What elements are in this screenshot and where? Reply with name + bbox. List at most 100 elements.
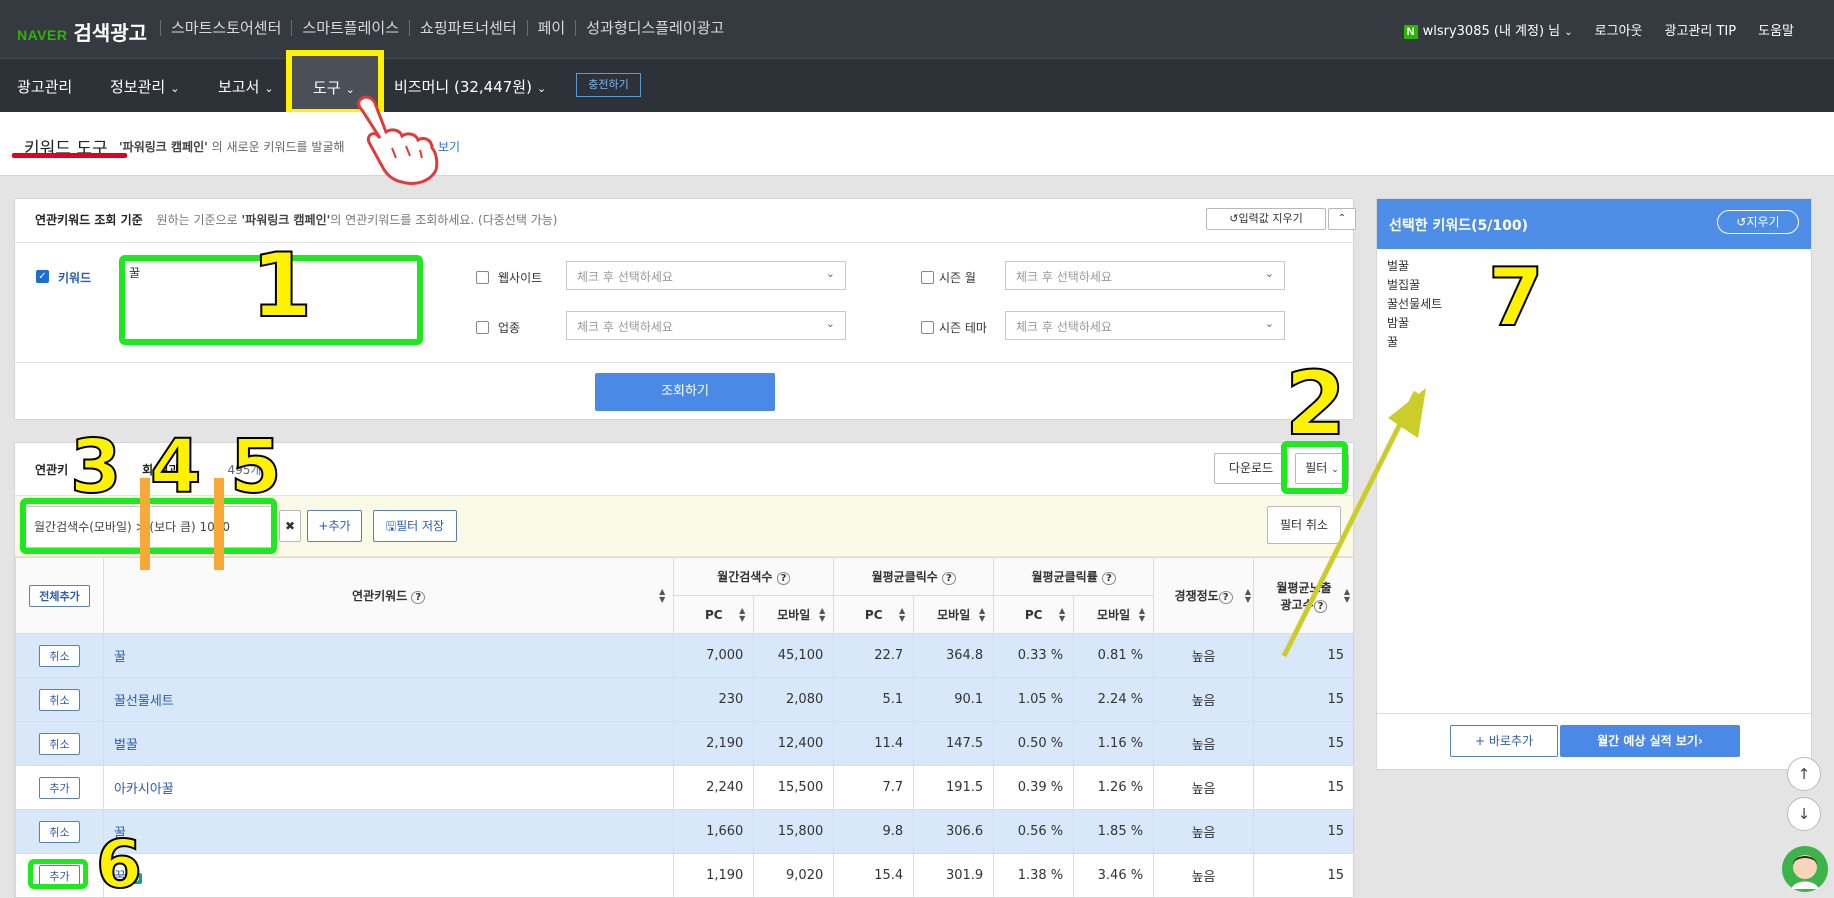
service-name: 검색광고 [73, 21, 148, 45]
pc-ctr-cell: 0.50 % [993, 721, 1075, 766]
industry-select-placeholder: 체크 후 선택하세요 [577, 320, 673, 334]
subtitle-rest: 의 새로운 키워드를 발굴해 [211, 140, 345, 154]
selected-keyword-item[interactable]: 벌꿀 [1387, 257, 1801, 276]
refresh-icon: ↺ [1736, 215, 1747, 229]
season-month-select[interactable]: 체크 후 선택하세요 ⌄ [1005, 261, 1285, 290]
menu-info-manage-label: 정보관리 [110, 78, 166, 96]
annotation-number-3: 3 [69, 424, 122, 510]
clear-selected-button[interactable]: ↺지우기 [1717, 210, 1799, 234]
season-theme-select[interactable]: 체크 후 선택하세요 ⌄ [1005, 311, 1285, 340]
row-action-button[interactable]: 취소 [39, 732, 80, 755]
help-icon[interactable]: ? [776, 572, 791, 585]
arrow-down-icon: ↓ [1797, 805, 1811, 823]
avg-ctr-mobile-header[interactable]: 모바일 ▲ ▼ [1073, 595, 1155, 634]
charge-button[interactable]: 충전하기 [576, 73, 641, 97]
selected-keyword-item[interactable]: 벌집꿀 [1387, 276, 1801, 295]
pc-label: PC [1024, 607, 1043, 622]
sort-icon[interactable]: ▲ ▼ [979, 606, 985, 623]
row-action-button[interactable]: 취소 [39, 820, 80, 843]
keyword-column-header[interactable]: 연관키워드 ? ▲ ▼ [102, 557, 675, 634]
scroll-down-button[interactable]: ↓ [1787, 797, 1821, 831]
help-icon[interactable]: ? [411, 591, 426, 604]
pc-label: PC [864, 607, 883, 622]
mobile-label: 모바일 [777, 608, 811, 622]
website-select[interactable]: 체크 후 선택하세요 ⌄ [566, 261, 846, 290]
sort-icon[interactable]: ▲ ▼ [1059, 606, 1065, 623]
gnb-link-smartplace[interactable]: 스마트플레이스 [291, 20, 409, 36]
website-checkbox[interactable] [476, 271, 489, 284]
keyword-link[interactable]: 꿀선물세트 [114, 694, 174, 709]
chevron-down-icon: ⌄ [1264, 317, 1274, 330]
criteria-title: 연관키워드 조회 기준 [35, 213, 143, 227]
menu-report[interactable]: 보고서 ⌄ [218, 76, 274, 97]
website-label: 웹사이트 [498, 271, 543, 285]
sort-icon[interactable]: ▲ ▼ [739, 606, 745, 623]
chevron-up-icon: ⌃ [1337, 213, 1347, 224]
competition-header[interactable]: 경쟁정도? ▲ ▼ [1153, 557, 1254, 634]
save-filter-button[interactable]: 🖫필터 저장 [373, 510, 457, 542]
clear-inputs-button[interactable]: ↺입력값 지우기 [1206, 208, 1326, 230]
row-action-cell: 취소 [15, 633, 104, 678]
avg-ctr-pc-header[interactable]: PC ▲ ▼ [993, 595, 1075, 634]
avg-clicks-pc-header[interactable]: PC ▲ ▼ [833, 595, 915, 634]
season-month-checkbox[interactable] [921, 271, 934, 284]
competition-cell: 높음 [1153, 809, 1254, 854]
remove-filter-icon[interactable]: ✖ [279, 510, 301, 542]
keyword-checkbox[interactable]: ✓ [36, 270, 49, 283]
menu-ad-manage[interactable]: 광고관리 [17, 76, 72, 97]
menu-info-manage[interactable]: 정보관리 ⌄ [110, 76, 179, 97]
mobile-clicks-cell: 90.1 [913, 677, 995, 722]
naver-searchad-logo[interactable]: NAVER 검색광고 [17, 17, 147, 46]
collapse-button[interactable]: ⌃ [1328, 208, 1356, 230]
monthly-search-mobile-header[interactable]: 모바일 ▲ ▼ [753, 595, 835, 634]
selected-keyword-item[interactable]: 꿀 [1387, 333, 1801, 352]
avg-clicks-header: 월평균클릭수 ? [833, 557, 995, 596]
chatbot-avatar-icon[interactable] [1781, 845, 1829, 893]
save-filter-label: 필터 저장 [396, 519, 445, 533]
criteria-desc-pre: 원하는 기준으로 [156, 213, 238, 227]
monthly-estimate-button[interactable]: 월간 예상 실적 보기› [1560, 725, 1740, 757]
mobile-ctr-cell: 1.26 % [1073, 765, 1155, 810]
add-now-button[interactable]: + 바로추가 [1450, 725, 1558, 757]
row-action-button[interactable]: 취소 [39, 688, 80, 711]
pc-ctr-cell: 0.56 % [993, 809, 1075, 854]
gnb-link-pay[interactable]: 페이 [526, 20, 576, 36]
row-action-button[interactable]: 취소 [39, 644, 80, 667]
sort-icon[interactable]: ▲ ▼ [819, 606, 825, 623]
naver-brand: NAVER [17, 27, 68, 43]
search-submit-button[interactable]: 조회하기 [595, 373, 775, 411]
gnb-link-shopping-partner[interactable]: 쇼핑파트너센터 [409, 20, 527, 36]
sort-icon[interactable]: ▲ ▼ [1139, 606, 1145, 623]
scroll-up-button[interactable]: ↑ [1787, 757, 1821, 791]
add-all-button[interactable]: 전체추가 [29, 584, 90, 607]
industry-checkbox[interactable] [476, 321, 489, 334]
tip-link[interactable]: 광고관리 TIP [1665, 20, 1737, 39]
season-theme-checkbox[interactable] [921, 321, 934, 334]
keyword-link[interactable]: 벌꿀 [114, 738, 138, 753]
gnb-link-smartstore[interactable]: 스마트스토어센터 [160, 20, 291, 36]
help-icon[interactable]: ? [1101, 572, 1116, 585]
monthly-search-pc-header[interactable]: PC ▲ ▼ [673, 595, 755, 634]
help-icon[interactable]: ? [942, 572, 956, 585]
gnb-link-display-ad[interactable]: 성과형디스플레이광고 [575, 20, 734, 36]
sort-icon[interactable]: ▲ ▼ [659, 587, 665, 604]
avg-clicks-mobile-header[interactable]: 모바일 ▲ ▼ [913, 595, 995, 634]
competition-cell: 높음 [1153, 633, 1254, 678]
row-action-button[interactable]: 추가 [39, 776, 80, 799]
clear-selected-label: 지우기 [1746, 215, 1780, 229]
row-action-cell: 취소 [15, 809, 104, 854]
sort-icon[interactable]: ▲ ▼ [1245, 587, 1251, 604]
keyword-link[interactable]: 꿀 [114, 650, 126, 665]
add-filter-button[interactable]: +추가 [307, 510, 362, 542]
logout-link[interactable]: 로그아웃 [1595, 20, 1643, 39]
selected-keyword-item[interactable]: 꿀선물세트 [1387, 295, 1801, 314]
industry-select[interactable]: 체크 후 선택하세요 ⌄ [566, 311, 846, 340]
keyword-link[interactable]: 아카시아꿀 [114, 782, 174, 797]
menu-tools-label: 도구 [313, 79, 341, 97]
pc-search-cell: 1,660 [673, 809, 755, 854]
account-menu[interactable]: Nwlsry3085 (내 계정) 님 ⌄ [1403, 20, 1573, 39]
help-icon[interactable]: ? [1218, 591, 1233, 604]
selected-keyword-item[interactable]: 밤꿀 [1387, 314, 1801, 333]
help-link[interactable]: 도움말 [1758, 20, 1794, 39]
sort-icon[interactable]: ▲ ▼ [899, 606, 905, 623]
